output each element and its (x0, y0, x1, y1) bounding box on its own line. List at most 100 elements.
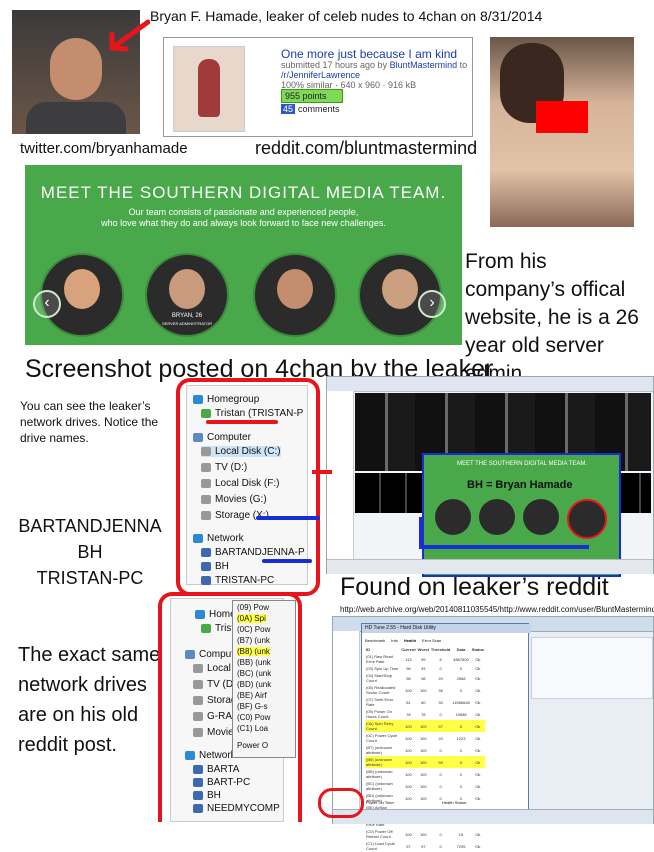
col-header: Current (401, 647, 416, 652)
member-role: SERVER ADMINISTRATOR (161, 321, 212, 326)
smart-row[interactable]: (05) Reallocated Sector Count 100 100 36 0 Ok (365, 684, 485, 696)
smart-row[interactable]: (C1) Load Cycle Count 97 97 0 7295 Ok (365, 840, 485, 852)
tab-info[interactable]: Info (391, 638, 398, 643)
post-comments[interactable]: 45 comments (281, 104, 340, 114)
smart-row[interactable]: (B8) (unknown attribute) 100 100 99 0 Ok (365, 756, 485, 768)
smart-cell: Ok (475, 723, 481, 729)
smart-cell: 97 (421, 843, 426, 849)
smart-cell: (05) Reallocated Sector Count (366, 685, 396, 695)
tab-health[interactable]: Health (404, 638, 416, 643)
post-title[interactable]: One more just because I am kind (281, 47, 457, 61)
col-header: Status (471, 647, 484, 652)
tab-error-scan[interactable]: Error Scan (422, 638, 441, 643)
smart-row[interactable]: (BC) (unknown attribute) 100 100 0 0 Ok (365, 780, 485, 792)
embedded-circle (479, 499, 515, 535)
reddit-post: One more just because I am kind submitte… (163, 37, 473, 137)
smart-row[interactable]: (C0) Power Off Retract Count 100 100 0 15 Ok (365, 828, 485, 840)
smart-cell: (01) Raw Read Error Rate (366, 654, 393, 664)
member-name: BRYAN, 26 (171, 313, 203, 319)
post-points: 955 points (281, 89, 343, 103)
smart-row[interactable]: (04) Start/Stop Count 98 98 20 2568 Ok (365, 672, 485, 684)
smart-cell: 78 (406, 711, 411, 717)
smart-cell: 0 (459, 687, 463, 693)
censored-photo (490, 37, 634, 227)
blue-bracket (419, 545, 589, 549)
smart-cell: 60 (421, 699, 426, 705)
smart-row[interactable]: (0A) Spin Retry Count 100 100 97 0 Ok (365, 720, 485, 732)
post-submitted: submitted 17 hours ago by BluntMastermin… (281, 60, 467, 70)
smart-row[interactable]: (03) Spin Up Time 96 93 0 0 Ok (365, 665, 485, 672)
smart-cell: 99 (438, 759, 443, 765)
smart-row[interactable]: (09) Power On Hours Count 78 78 0 19688 Ok (365, 708, 485, 720)
shirt (26, 102, 126, 134)
smart-cell: 0 (459, 747, 463, 753)
post-thumbnail[interactable] (173, 46, 245, 132)
hdtune-tabs: Benchmark Info Health Error Scan (365, 638, 441, 643)
smart-row[interactable]: (01) Raw Read Error Rate 113 99 6 4867800 Ok (365, 653, 485, 665)
next-arrow-icon[interactable]: › (418, 290, 446, 318)
red-highlight-3 (318, 788, 364, 818)
power-on-label: Power On Time: (366, 800, 395, 805)
smart-cell: 100 (419, 759, 427, 765)
reddit-link[interactable]: reddit.com/bluntmastermind (255, 138, 477, 159)
smart-cell: 81 (406, 699, 411, 705)
blue-bracket (419, 517, 423, 547)
smart-cell: 0 (439, 747, 442, 753)
embedded-circle (435, 499, 471, 535)
smart-cell: Ok (475, 843, 481, 849)
col-header: Worst (417, 647, 429, 652)
smart-cell: 100 (405, 831, 412, 837)
smart-cell: Ok (475, 795, 481, 801)
smart-row[interactable]: (07) Seek Error Rate 81 60 30 11586648 Ok (365, 696, 485, 708)
col-header: Data (456, 647, 466, 652)
smart-cell: 0 (459, 759, 463, 765)
red-underline-user (206, 420, 278, 424)
smart-cell: 0 (439, 783, 442, 789)
post-subreddit[interactable]: /r/JenniferLawrence (281, 70, 360, 80)
post-user[interactable]: BluntMastermind (390, 60, 458, 70)
team-member-bryan: BRYAN, 26 SERVER ADMINISTRATOR (145, 253, 229, 337)
smart-cell: Ok (475, 687, 481, 693)
censor-bar (536, 101, 588, 133)
red-connector (312, 470, 332, 474)
tab-benchmark[interactable]: Benchmark (365, 638, 385, 643)
smart-cell: Ok (475, 747, 481, 753)
col-header: Threshold (430, 647, 451, 652)
smart-cell: Ok (475, 656, 481, 662)
smart-cell: (0A) Spin Retry Count (366, 721, 394, 731)
team-heading: MEET THE SOUTHERN DIGITAL MEDIA TEAM. (40, 183, 447, 202)
smart-cell: 7295 (456, 843, 466, 849)
smart-cell: 0 (459, 666, 463, 671)
screenshot-sidebar (333, 631, 360, 809)
smart-cell: 0 (459, 771, 463, 777)
smart-cell: 6 (439, 656, 442, 662)
hdtune-title: HD Tune 2.55 - Hard Disk Utility (362, 624, 531, 633)
smart-cell: 100 (405, 759, 412, 765)
smart-cell: 100 (405, 735, 412, 741)
smart-cell: (BC) (unknown attribute) (366, 781, 393, 791)
smart-cell: 0 (439, 711, 442, 717)
smart-cell: 100 (405, 723, 412, 729)
smart-row[interactable]: (BB) (unknown attribute) 100 100 0 0 Ok (365, 768, 485, 780)
smart-cell: Ok (475, 771, 481, 777)
smart-cell: 0 (439, 831, 442, 837)
smart-row[interactable]: (B7) (unknown attribute) 100 100 0 0 Ok (365, 744, 485, 756)
smart-cell: 98 (406, 675, 411, 681)
twitter-link[interactable]: twitter.com/bryanhamade (20, 140, 188, 157)
red-highlight-2 (158, 592, 302, 822)
drive-name-3: TRISTAN-PC (36, 568, 144, 588)
prev-arrow-icon[interactable]: ‹ (33, 290, 61, 318)
team-line2: who love what they do and always look fo… (101, 218, 386, 228)
section3-title: Found on leaker’s reddit (340, 573, 609, 601)
smart-cell: (B7) (unknown attribute) (366, 745, 393, 755)
smart-cell: 100 (405, 687, 412, 693)
smart-row[interactable]: (0C) Power Cycle Count 100 100 20 1223 Ok (365, 732, 485, 744)
screenshot-statusbar (327, 559, 653, 574)
smart-cell: 100 (419, 783, 427, 789)
smart-cell: 93 (421, 666, 426, 671)
blue-underline-2 (262, 559, 312, 563)
smart-cell: 30 (438, 699, 443, 705)
smart-cell: 0 (439, 771, 442, 777)
archive-url[interactable]: http://web.archive.org/web/2014081103554… (340, 605, 654, 614)
bh-overlay: BH = Bryan Hamade (467, 479, 573, 491)
